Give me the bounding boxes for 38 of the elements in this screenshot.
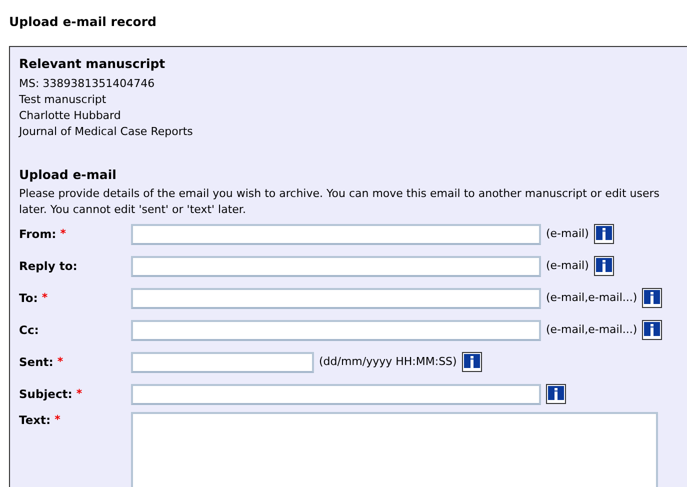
input-field[interactable] [131,320,541,341]
info-icon[interactable] [642,320,662,340]
text-area[interactable] [131,412,658,487]
info-icon[interactable] [594,256,614,276]
section-heading: Upload e-mail [19,166,118,184]
required-mark: * [57,354,64,370]
input-field[interactable] [131,288,541,309]
field-label: To: [19,290,38,307]
required-mark: * [42,290,48,306]
info-icon[interactable] [546,384,566,404]
section-heading: Relevant manuscript [19,54,166,73]
info-icon[interactable] [594,224,614,244]
description-text: Please provide details of the email you wish to archive. You can move this email to another manuscript or edit users later. You cannot edit 'sent' or 'text' later. [19,186,661,218]
field-label: Cc: [19,322,39,339]
info-icon[interactable] [462,352,482,372]
required-mark: * [54,412,60,428]
field-label: Subject: [19,386,72,403]
field-label: From: [19,226,56,243]
field-label: Reply to: [19,258,78,275]
required-mark: * [76,386,82,402]
manuscript-detail: Journal of Medical Case Reports [19,124,194,140]
required-mark: * [60,226,66,242]
input-field[interactable] [131,256,541,277]
input-field[interactable] [131,224,541,245]
page-title: Upload e-mail record [9,13,158,31]
format-hint: (e-mail,e-mail...) [546,290,638,306]
manuscript-detail: Test manuscript [19,92,108,108]
manuscript-detail: MS: 3389381351404746 [19,76,156,92]
input-field[interactable] [131,384,541,405]
format-hint: (e-mail,e-mail...) [546,322,638,338]
format-hint: (dd/mm/yyyy HH:MM:SS) [319,354,457,370]
field-label: Text: [19,412,51,430]
field-label: Sent: [19,354,54,371]
format-hint: (e-mail) [546,226,589,242]
input-field[interactable] [131,352,314,373]
format-hint: (e-mail) [546,258,589,274]
manuscript-detail: Charlotte Hubbard [19,108,122,124]
info-icon[interactable] [642,288,662,308]
